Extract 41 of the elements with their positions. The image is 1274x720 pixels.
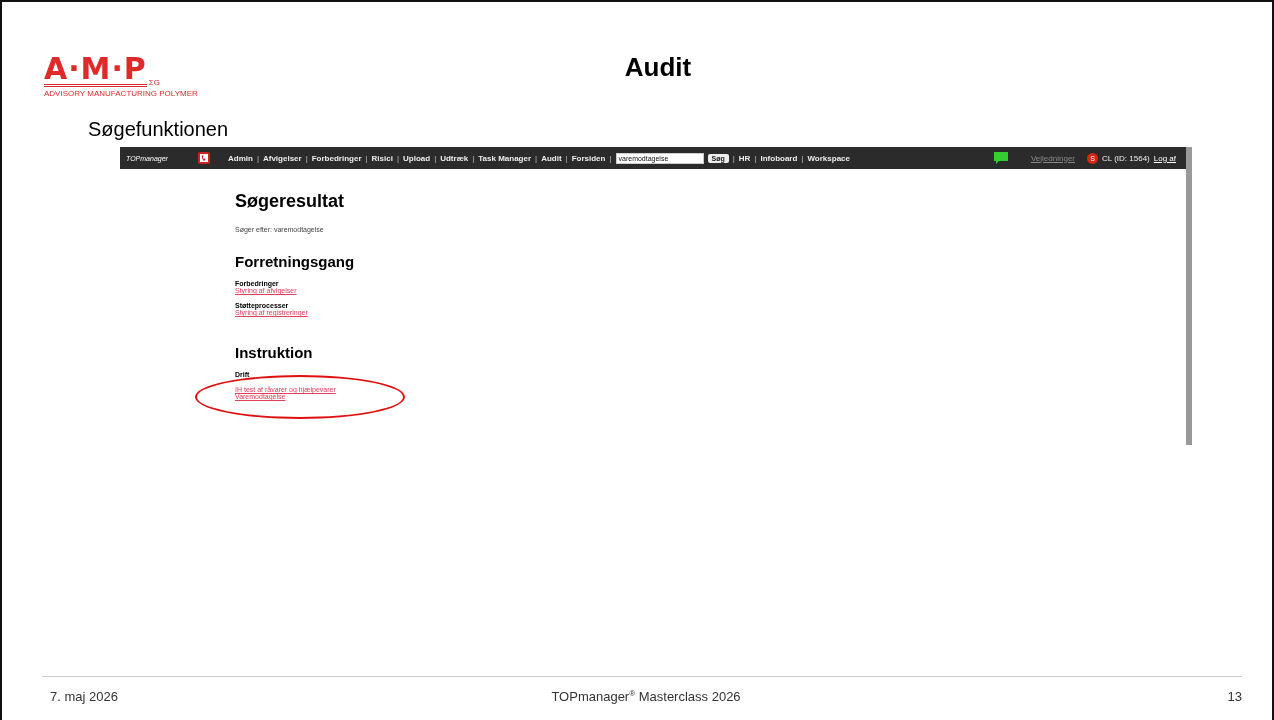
nav-separator: | (472, 153, 475, 163)
chat-icon[interactable] (992, 151, 1009, 165)
nav-link[interactable]: Workspace (807, 153, 850, 163)
nav-link[interactable]: Audit (541, 153, 562, 163)
nav-separator: | (396, 153, 399, 163)
nav-link[interactable]: Udtræk (440, 153, 469, 163)
section-heading: Forretningsgang (235, 253, 356, 270)
nav-link[interactable]: Infoboard (760, 153, 798, 163)
nav-separator: | (732, 153, 735, 163)
scrollbar[interactable] (1186, 147, 1192, 445)
section-heading: Instruktion (235, 344, 314, 361)
nav-link[interactable]: HR (738, 153, 751, 163)
nav-separator: | (305, 153, 308, 163)
user-id: CL (ID: 1564) (1102, 153, 1150, 163)
phone-icon[interactable] (198, 152, 210, 164)
nav-link[interactable]: Task Manager (478, 153, 532, 163)
nav-link[interactable]: Risici (371, 153, 393, 163)
page-title: Søgeresultat (235, 191, 346, 212)
nav-link[interactable]: Admin (228, 153, 253, 163)
nav-separator: | (609, 153, 612, 163)
nav-link[interactable]: Upload (403, 153, 431, 163)
nav-link[interactable]: Afvigelser (262, 153, 302, 163)
nav-link[interactable]: Forsiden (571, 153, 606, 163)
guide-link[interactable]: Vejledninger (1030, 153, 1075, 163)
logo-tagline: ADVISORY MANUFACTURING POLYMER (44, 89, 198, 98)
nav-separator: | (434, 153, 437, 163)
nav-separator: | (754, 153, 757, 163)
company-logo: A·M·P (44, 54, 147, 87)
nav-separator: | (365, 153, 368, 163)
section-label: Søgefunktionen (88, 118, 230, 141)
nav-separator: | (565, 153, 568, 163)
logout-link[interactable]: Log af (1153, 153, 1176, 163)
nav-separator: | (535, 153, 538, 163)
footer-title: TOPmanager$^{®}$ Masterclass 2026 (551, 688, 741, 704)
page-number: 13 (1226, 688, 1242, 704)
footer-date: 7. maj 2026 (50, 688, 119, 704)
nav-separator: | (256, 153, 259, 163)
logo-suffix: ΣG (148, 78, 161, 87)
nav-link[interactable]: Forbedringer (311, 153, 362, 163)
slide-title: Audit (623, 52, 693, 83)
nav-separator: | (801, 153, 804, 163)
